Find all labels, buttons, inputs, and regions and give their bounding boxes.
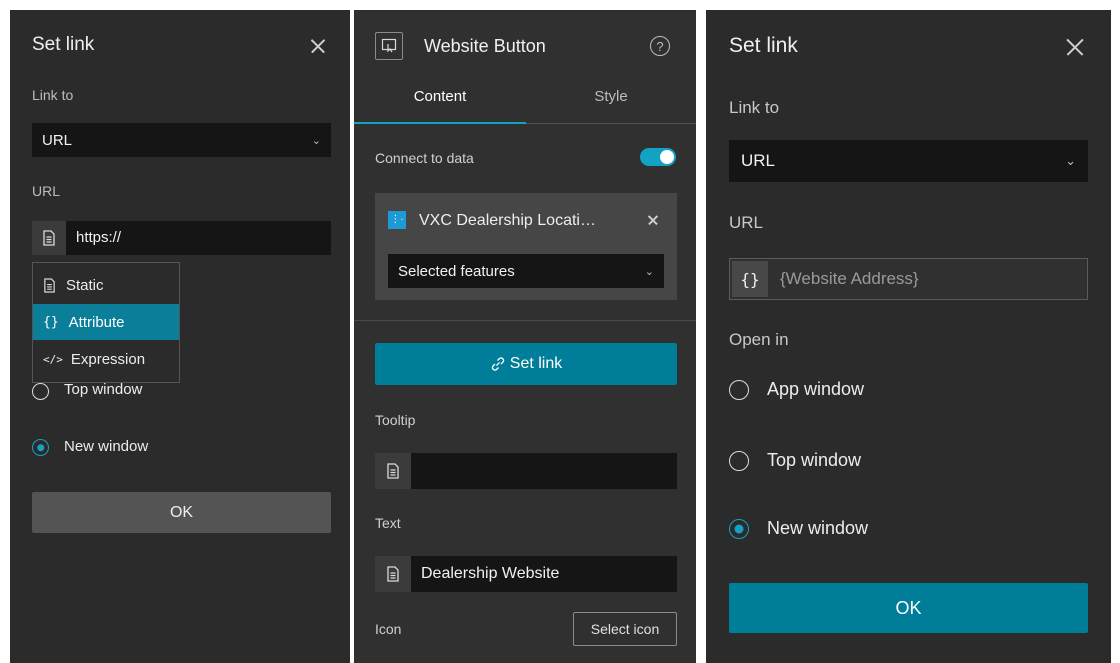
url-mode-menu: Static {} Attribute </> Expression (32, 262, 180, 383)
radio-new-window-label: New window (767, 518, 869, 538)
document-icon (387, 463, 399, 479)
radio-top-window[interactable] (729, 451, 749, 471)
chevron-down-icon: ⌄ (644, 265, 654, 278)
close-icon[interactable] (309, 37, 327, 55)
set-link-label: Set link (509, 355, 563, 372)
code-icon: </> (43, 352, 63, 366)
panel-title: Website Button (424, 36, 546, 56)
radio-app-window-label: App window (767, 379, 865, 399)
link-to-label: Link to (32, 87, 74, 103)
menu-item-label: Static (66, 276, 104, 294)
datasource-name: VXC Dealership Locati… (419, 212, 596, 229)
close-icon[interactable] (1064, 36, 1086, 58)
url-field[interactable]: {} {Website Address} (729, 258, 1088, 300)
chevron-down-icon: ⌄ (1065, 153, 1076, 168)
toggle-knob (660, 150, 674, 164)
selection-select[interactable]: Selected features ⌄ (388, 254, 664, 288)
tooltip-mode-button[interactable] (375, 453, 411, 489)
tab-style[interactable]: Style (526, 88, 696, 124)
datasource-layer-icon: ⋮· (388, 211, 406, 229)
button-widget-icon (381, 38, 397, 53)
url-input-value: https:// (76, 229, 122, 246)
connect-to-data-label: Connect to data (375, 150, 474, 166)
radio-new-window[interactable] (729, 519, 749, 539)
dialog-title: Set link (32, 34, 95, 55)
link-to-value: URL (42, 131, 73, 149)
url-field[interactable]: https:// (32, 221, 331, 255)
link-to-label: Link to (729, 98, 780, 117)
tooltip-field[interactable] (375, 453, 677, 489)
menu-item-label: Attribute (68, 313, 125, 331)
website-button-settings-panel: Website Button ? Content Style Connect t… (354, 10, 696, 663)
menu-item-static[interactable]: Static (33, 267, 179, 303)
tooltip-label: Tooltip (375, 412, 416, 428)
ok-button[interactable]: OK (729, 583, 1088, 633)
link-to-select[interactable]: URL ⌄ (729, 140, 1088, 182)
left-set-link-dialog: Set link Link to URL ⌄ URL https:// Stat… (10, 10, 350, 663)
url-label: URL (729, 213, 764, 232)
data-source-card: ⋮· VXC Dealership Locati… Selected featu… (375, 193, 677, 300)
document-icon (44, 277, 55, 293)
tab-content-label: Content (413, 88, 467, 105)
link-to-select[interactable]: URL ⌄ (32, 123, 331, 157)
section-divider (354, 320, 696, 321)
open-in-label: Open in (729, 330, 789, 349)
dialog-title: Set link (729, 34, 798, 57)
tab-content[interactable]: Content (354, 88, 526, 124)
braces-icon: {} (740, 269, 760, 289)
url-mode-button[interactable]: {} (732, 261, 768, 297)
widget-icon (375, 32, 403, 60)
radio-new-window[interactable] (32, 439, 49, 456)
link-icon (491, 357, 504, 371)
text-value: Dealership Website (421, 565, 560, 582)
braces-icon: {} (43, 314, 59, 330)
radio-top-window-label: Top window (64, 381, 143, 398)
radio-new-window-label: New window (64, 438, 149, 455)
icon-label: Icon (375, 621, 402, 637)
remove-datasource-icon[interactable] (647, 214, 659, 226)
connect-toggle[interactable] (640, 148, 676, 166)
help-icon[interactable]: ? (650, 36, 670, 56)
text-field[interactable]: Dealership Website (375, 556, 677, 592)
text-label: Text (375, 515, 401, 531)
link-to-value: URL (741, 151, 776, 170)
tab-divider (526, 123, 696, 124)
set-link-button[interactable]: Set link (375, 343, 677, 385)
menu-item-expression[interactable]: </> Expression (33, 341, 179, 377)
url-mode-button[interactable] (32, 221, 66, 255)
chevron-down-icon: ⌄ (311, 134, 321, 147)
select-icon-button[interactable]: Select icon (573, 612, 677, 646)
menu-item-label: Expression (70, 350, 146, 368)
right-set-link-dialog: Set link Link to URL ⌄ URL {} {Website A… (706, 10, 1111, 663)
url-label: URL (32, 183, 61, 199)
document-icon (387, 566, 399, 582)
ok-button[interactable]: OK (32, 492, 331, 533)
document-icon (43, 230, 55, 246)
radio-app-window[interactable] (729, 380, 749, 400)
menu-item-attribute[interactable]: {} Attribute (33, 304, 179, 340)
tab-style-label: Style (594, 88, 628, 105)
radio-top-window-label: Top window (767, 450, 862, 470)
selection-value: Selected features (398, 262, 515, 280)
text-mode-button[interactable] (375, 556, 411, 592)
url-input-value: {Website Address} (780, 269, 919, 288)
radio-top-window[interactable] (32, 383, 49, 400)
